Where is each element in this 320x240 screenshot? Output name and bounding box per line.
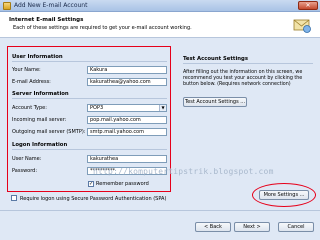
envelope-icon: [3, 2, 11, 10]
next-button[interactable]: Next >: [234, 222, 270, 232]
dialog-header: Internet E-mail Settings Each of these s…: [0, 12, 320, 38]
divider: [12, 98, 167, 99]
your-name-input[interactable]: Kakura: [87, 66, 167, 74]
user-name-input[interactable]: kakurathea: [87, 155, 167, 163]
divider: [12, 149, 167, 150]
test-settings-description: After filling out the information on thi…: [183, 70, 303, 87]
email-input[interactable]: kakurathea@yahoo.com: [87, 78, 167, 86]
account-type-label: Account Type:: [12, 105, 47, 111]
test-settings-heading: Test Account Settings: [183, 56, 248, 62]
cancel-button[interactable]: Cancel: [278, 222, 314, 232]
chevron-down-icon[interactable]: ▼: [159, 105, 166, 111]
spa-checkbox[interactable]: [11, 195, 17, 201]
dialog-footer: < Back Next > Cancel: [0, 210, 320, 240]
password-label: Password:: [12, 168, 38, 174]
divider: [183, 63, 313, 64]
account-type-select[interactable]: POP3 ▼: [87, 104, 167, 112]
email-settings-icon: [293, 19, 311, 33]
outgoing-server-label: Outgoing mail server (SMTP):: [12, 129, 86, 135]
watermark-text: http://komputertipstrik.blogspot.com: [93, 167, 274, 176]
account-type-value: POP3: [90, 105, 104, 111]
incoming-server-input[interactable]: pop.mail.yahoo.com: [87, 116, 167, 124]
spa-label: Require logon using Secure Password Auth…: [20, 196, 167, 202]
header-title: Internet E-mail Settings: [9, 17, 84, 23]
email-label: E-mail Address:: [12, 79, 51, 85]
server-info-heading: Server Information: [12, 91, 69, 97]
header-subtitle: Each of these settings are required to g…: [13, 25, 192, 31]
back-button[interactable]: < Back: [195, 222, 231, 232]
test-account-settings-button[interactable]: Test Account Settings ...: [183, 97, 247, 107]
remember-password-checkbox[interactable]: ✓: [88, 181, 94, 187]
user-name-label: User Name:: [12, 156, 42, 162]
outgoing-server-input[interactable]: smtp.mail.yahoo.com: [87, 128, 167, 136]
your-name-label: Your Name:: [12, 67, 41, 73]
window-title: Add New E-mail Account: [14, 2, 88, 9]
close-button[interactable]: ✕: [298, 1, 318, 10]
incoming-server-label: Incoming mail server:: [12, 117, 67, 123]
more-settings-button[interactable]: More Settings ...: [259, 190, 309, 200]
remember-password-label: Remember password: [96, 181, 149, 187]
divider: [12, 61, 167, 62]
logon-info-heading: Logon Information: [12, 142, 68, 148]
title-bar: Add New E-mail Account ✕: [0, 0, 320, 12]
user-info-heading: User Information: [12, 54, 63, 60]
